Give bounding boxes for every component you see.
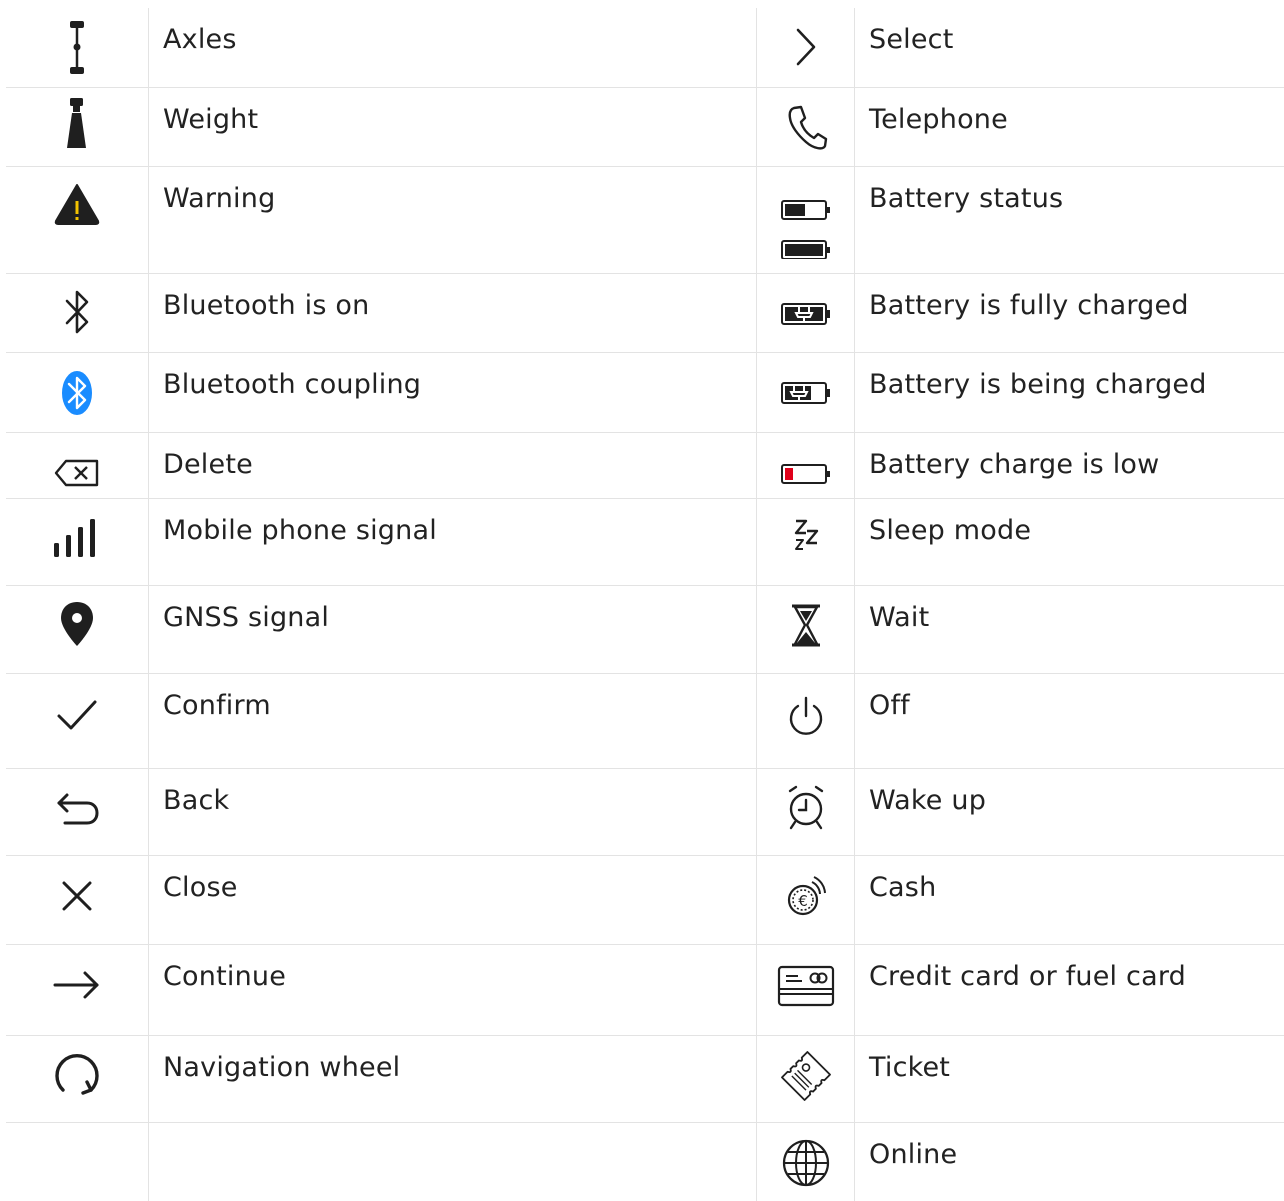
legend-label: Back bbox=[149, 769, 757, 855]
checkmark-icon bbox=[6, 674, 149, 768]
telephone-icon bbox=[757, 88, 855, 166]
legend-label: Sleep mode bbox=[869, 515, 1032, 546]
legend-label: Weight bbox=[149, 88, 757, 166]
axles-icon bbox=[6, 8, 149, 87]
chevron-right-icon bbox=[757, 8, 855, 87]
legend-row: Axles Select bbox=[6, 8, 1284, 88]
legend-label: Wait bbox=[869, 602, 930, 633]
legend-label: Battery is being charged bbox=[869, 369, 1207, 400]
battery-status-icon bbox=[757, 167, 855, 273]
legend-label: Online bbox=[869, 1139, 958, 1170]
legend-label: Close bbox=[149, 856, 757, 944]
legend-row: Mobile phone signal Sleep mode bbox=[6, 499, 1284, 586]
bluetooth-coupling-icon bbox=[6, 353, 149, 432]
legend-label: Confirm bbox=[149, 674, 757, 768]
legend-label: Credit card or fuel card bbox=[869, 961, 1186, 992]
legend-label: Wake up bbox=[869, 785, 987, 816]
battery-charging-icon bbox=[757, 353, 855, 432]
legend-label: Ticket bbox=[869, 1052, 951, 1083]
back-arrow-icon bbox=[6, 769, 149, 855]
empty-icon-cell bbox=[6, 1123, 149, 1201]
legend-row: Bluetooth coupling Battery is being charg… bbox=[6, 353, 1284, 433]
legend-row: Back Wake up bbox=[6, 769, 1284, 856]
cash-icon: € bbox=[757, 856, 855, 944]
navigation-wheel-icon bbox=[6, 1036, 149, 1122]
legend-label: Battery charge is low bbox=[869, 449, 1160, 480]
legend-label: Bluetooth coupling bbox=[149, 353, 757, 432]
warning-icon bbox=[6, 167, 149, 273]
weight-icon bbox=[6, 88, 149, 166]
alarm-clock-icon bbox=[757, 769, 855, 855]
legend-label: Cash bbox=[869, 872, 937, 903]
legend-label: Off bbox=[869, 690, 910, 721]
legend-label: Continue bbox=[149, 945, 757, 1035]
legend-row: Warning Battery status bbox=[6, 167, 1284, 274]
legend-label bbox=[149, 1123, 757, 1201]
legend-row: Confirm Off bbox=[6, 674, 1284, 769]
legend-row: Delete Battery charge is low bbox=[6, 433, 1284, 499]
globe-icon bbox=[757, 1123, 855, 1201]
ticket-icon bbox=[757, 1036, 855, 1122]
credit-card-icon bbox=[757, 945, 855, 1035]
legend-label: Warning bbox=[149, 167, 757, 273]
legend-label: Mobile phone signal bbox=[149, 499, 757, 585]
legend-row: Close € Cash bbox=[6, 856, 1284, 945]
gnss-pin-icon bbox=[6, 586, 149, 673]
legend-label: Bluetooth is on bbox=[149, 274, 757, 352]
battery-low-icon bbox=[757, 433, 855, 498]
legend-label: Axles bbox=[149, 8, 757, 87]
power-icon bbox=[757, 674, 855, 768]
legend-label: Navigation wheel bbox=[149, 1036, 757, 1122]
arrow-right-icon bbox=[6, 945, 149, 1035]
battery-full-charged-icon bbox=[757, 274, 855, 352]
legend-row: Bluetooth is on Battery is fully charged bbox=[6, 274, 1284, 353]
signal-icon bbox=[6, 499, 149, 585]
legend-row: GNSS signal Wait bbox=[6, 586, 1284, 674]
legend-row: Weight Telephone bbox=[6, 88, 1284, 167]
icon-legend-table: Axles Select Weight Telephone Warning Battery… bbox=[6, 8, 1284, 1201]
close-icon bbox=[6, 856, 149, 944]
legend-label: Battery status bbox=[869, 183, 1064, 214]
svg-text:€: € bbox=[798, 892, 808, 910]
legend-row: Continue Credit card or fuel card bbox=[6, 945, 1284, 1036]
bluetooth-icon bbox=[6, 274, 149, 352]
delete-icon bbox=[6, 433, 149, 498]
legend-row: Navigation wheel Ticket bbox=[6, 1036, 1284, 1123]
legend-label: GNSS signal bbox=[149, 586, 757, 673]
legend-label: Delete bbox=[149, 433, 757, 498]
sleep-icon bbox=[757, 499, 855, 585]
legend-label: Telephone bbox=[869, 104, 1008, 135]
legend-row: Online bbox=[6, 1123, 1284, 1201]
legend-label: Battery is fully charged bbox=[869, 290, 1189, 321]
legend-label: Select bbox=[869, 24, 954, 55]
hourglass-icon bbox=[757, 586, 855, 673]
